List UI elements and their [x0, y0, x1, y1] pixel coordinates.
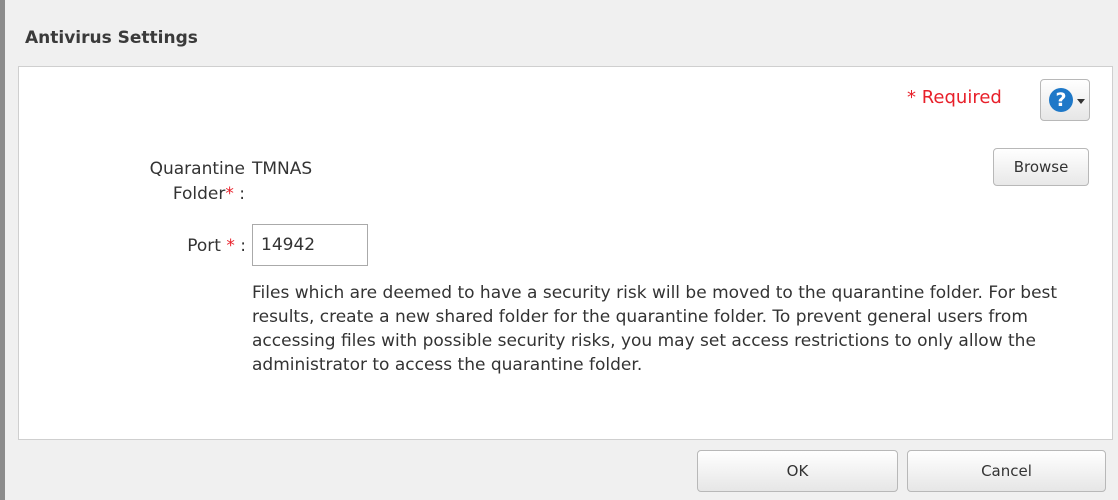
port-input[interactable]	[252, 224, 368, 266]
label-colon: :	[234, 236, 246, 256]
quarantine-folder-value: TMNAS	[252, 159, 313, 179]
port-label-text: Port	[187, 236, 221, 256]
ok-button[interactable]: OK	[697, 450, 898, 492]
question-circle-icon: ?	[1049, 88, 1073, 112]
dialog-title-bar: Antivirus Settings	[5, 0, 1118, 70]
cancel-button[interactable]: Cancel	[907, 450, 1106, 492]
quarantine-label-line1: Quarantine	[149, 159, 245, 179]
required-star: *	[225, 184, 234, 204]
help-dropdown-button[interactable]: ?	[1040, 79, 1090, 121]
chevron-down-icon	[1077, 99, 1085, 104]
required-star: *	[226, 236, 235, 256]
required-indicator: * Required	[907, 87, 1002, 108]
port-label: Port * :	[129, 234, 246, 259]
dialog-content: * Required ? Quarantine Folder* : TMNAS …	[18, 66, 1113, 440]
quarantine-folder-label: Quarantine Folder* :	[115, 157, 245, 207]
quarantine-description: Files which are deemed to have a securit…	[252, 283, 1058, 375]
quarantine-label-line2: Folder	[172, 184, 226, 204]
browse-button[interactable]: Browse	[993, 148, 1089, 186]
dialog-title: Antivirus Settings	[25, 28, 198, 48]
label-colon: :	[233, 184, 245, 204]
window-edge	[0, 0, 5, 500]
